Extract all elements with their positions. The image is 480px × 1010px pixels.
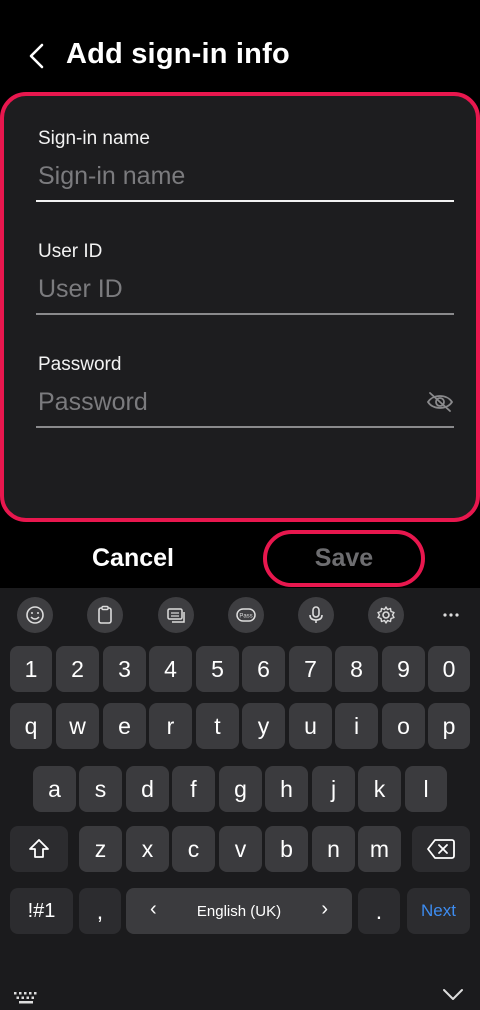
password-field: Password xyxy=(36,354,454,436)
key-m[interactable]: m xyxy=(358,826,401,872)
period-key[interactable]: . xyxy=(358,888,400,934)
page-title: Add sign-in info xyxy=(66,38,290,70)
emoji-icon xyxy=(26,606,44,624)
sign-in-name-underline xyxy=(36,200,454,202)
shift-icon xyxy=(29,839,49,858)
cancel-button[interactable]: Cancel xyxy=(72,535,194,581)
clipboard-icon xyxy=(98,605,112,624)
sign-in-name-label: Sign-in name xyxy=(38,128,150,149)
app-header: Add sign-in info xyxy=(0,0,480,90)
key-d[interactable]: d xyxy=(126,766,169,812)
show-password-button[interactable] xyxy=(426,390,454,414)
settings-icon xyxy=(377,606,395,624)
user-id-field: User ID xyxy=(36,241,454,323)
password-underline xyxy=(36,426,454,428)
sign-in-form: Sign-in name User ID Password xyxy=(0,92,480,522)
keyboard-settings-button[interactable] xyxy=(368,597,404,633)
password-label: Password xyxy=(38,354,122,375)
clipboard-button[interactable] xyxy=(87,597,123,633)
key-p[interactable]: p xyxy=(428,703,470,749)
user-id-underline xyxy=(36,313,454,315)
key-e[interactable]: e xyxy=(103,703,146,749)
key-s[interactable]: s xyxy=(79,766,122,812)
chevron-left-icon xyxy=(29,43,44,69)
key-v[interactable]: v xyxy=(219,826,262,872)
key-r[interactable]: r xyxy=(149,703,192,749)
key-a[interactable]: a xyxy=(33,766,76,812)
key-7[interactable]: 7 xyxy=(289,646,332,692)
space-key[interactable]: ‹ English (UK) › xyxy=(126,888,352,934)
keyboard-grid-icon[interactable] xyxy=(14,992,38,1004)
key-k[interactable]: k xyxy=(358,766,401,812)
key-o[interactable]: o xyxy=(382,703,425,749)
keyboard-nav-bar xyxy=(0,980,480,1010)
key-9[interactable]: 9 xyxy=(382,646,425,692)
sign-in-name-input[interactable] xyxy=(36,154,454,198)
key-1[interactable]: 1 xyxy=(10,646,52,692)
on-screen-keyboard: Pass 1 2 3 4 5 6 7 8 9 0 q w e r t y u i… xyxy=(0,588,480,1010)
back-button[interactable] xyxy=(22,38,54,74)
key-3[interactable]: 3 xyxy=(103,646,146,692)
shift-key[interactable] xyxy=(10,826,68,872)
user-id-input[interactable] xyxy=(36,267,454,311)
key-w[interactable]: w xyxy=(56,703,99,749)
keyboard-mode-button[interactable] xyxy=(158,597,194,633)
key-c[interactable]: c xyxy=(172,826,215,872)
hide-keyboard-icon[interactable] xyxy=(442,988,464,1002)
keyboard-mode-icon xyxy=(167,608,185,623)
more-options-button[interactable] xyxy=(433,597,469,633)
backspace-key[interactable] xyxy=(412,826,470,872)
key-y[interactable]: y xyxy=(242,703,285,749)
more-icon xyxy=(443,613,459,617)
language-next-arrow: › xyxy=(321,898,328,920)
voice-input-button[interactable] xyxy=(298,597,334,633)
next-key[interactable]: Next xyxy=(407,888,470,934)
samsung-pass-button[interactable]: Pass xyxy=(228,597,264,633)
emoji-button[interactable] xyxy=(17,597,53,633)
key-5[interactable]: 5 xyxy=(196,646,239,692)
password-input[interactable] xyxy=(36,380,416,424)
key-x[interactable]: x xyxy=(126,826,169,872)
key-j[interactable]: j xyxy=(312,766,355,812)
microphone-icon xyxy=(309,606,323,623)
key-0[interactable]: 0 xyxy=(428,646,470,692)
key-2[interactable]: 2 xyxy=(56,646,99,692)
keyboard-toolbar: Pass xyxy=(0,588,480,638)
key-i[interactable]: i xyxy=(335,703,378,749)
svg-text:Pass: Pass xyxy=(239,614,252,620)
language-label: English (UK) xyxy=(196,902,282,920)
key-4[interactable]: 4 xyxy=(149,646,192,692)
eye-off-icon xyxy=(426,392,454,412)
save-button[interactable]: Save xyxy=(263,530,425,587)
key-6[interactable]: 6 xyxy=(242,646,285,692)
key-f[interactable]: f xyxy=(172,766,215,812)
key-8[interactable]: 8 xyxy=(335,646,378,692)
key-u[interactable]: u xyxy=(289,703,332,749)
key-t[interactable]: t xyxy=(196,703,239,749)
key-g[interactable]: g xyxy=(219,766,262,812)
samsung-pass-icon: Pass xyxy=(236,608,256,622)
sign-in-name-field: Sign-in name xyxy=(36,128,454,210)
backspace-icon xyxy=(427,839,455,859)
key-q[interactable]: q xyxy=(10,703,52,749)
user-id-label: User ID xyxy=(38,241,103,262)
key-n[interactable]: n xyxy=(312,826,355,872)
symbols-key[interactable]: !#1 xyxy=(10,888,73,934)
comma-key[interactable]: , xyxy=(79,888,121,934)
key-l[interactable]: l xyxy=(405,766,447,812)
key-b[interactable]: b xyxy=(265,826,308,872)
key-h[interactable]: h xyxy=(265,766,308,812)
key-z[interactable]: z xyxy=(79,826,122,872)
language-prev-arrow: ‹ xyxy=(150,898,157,920)
